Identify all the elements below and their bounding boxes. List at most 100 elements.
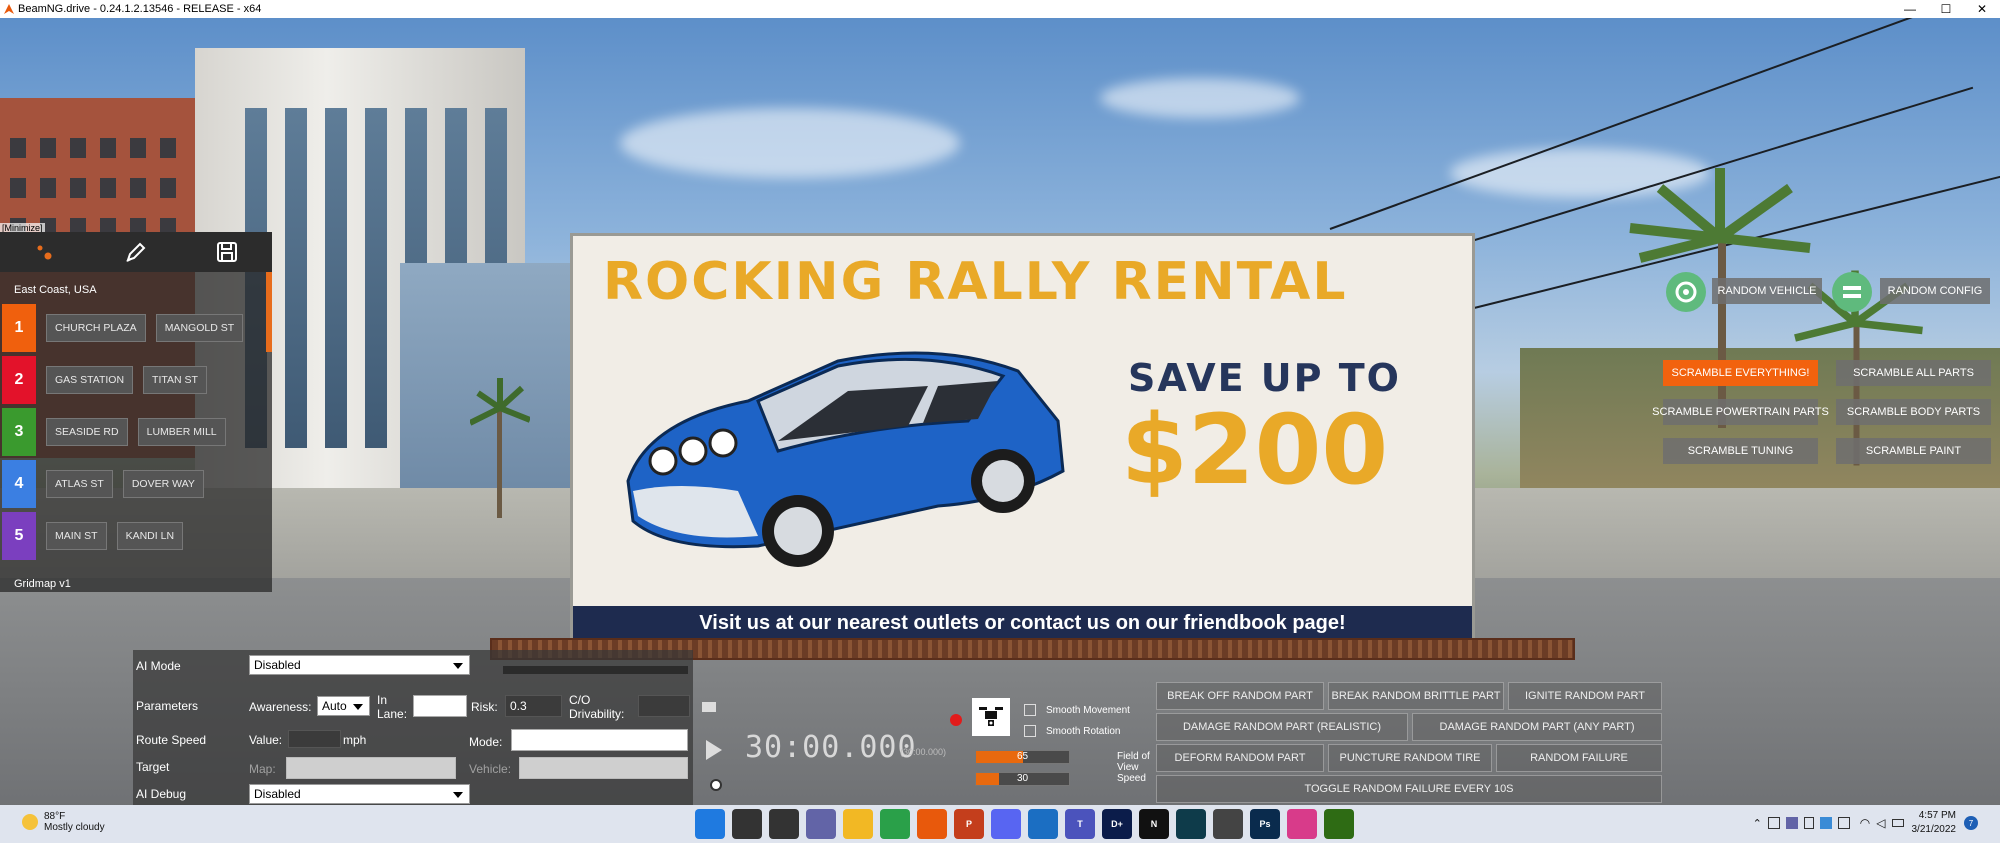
checkbox-box[interactable] (1024, 704, 1036, 716)
checkbox-box[interactable] (1024, 725, 1036, 737)
ignite-random-part-button[interactable]: IGNITE RANDOM PART (1508, 682, 1662, 710)
spawn-church-plaza-button[interactable]: CHURCH PLAZA (46, 314, 146, 342)
spawn-gas-station-button[interactable]: GAS STATION (46, 366, 134, 394)
break-off-random-part-button[interactable]: BREAK OFF RANDOM PART (1156, 682, 1324, 710)
file-explorer-icon[interactable] (843, 809, 873, 839)
security-shield-icon[interactable] (1819, 817, 1832, 829)
chrome-icon[interactable] (880, 809, 910, 839)
billboard-footer: Visit us at our nearest outlets or conta… (573, 606, 1472, 641)
spawn-dover-way-button[interactable]: DOVER WAY (122, 470, 204, 498)
minimize-window-button[interactable]: — (1892, 0, 1928, 18)
smooth-rotation-checkbox[interactable]: Smooth Rotation (1024, 725, 1121, 737)
clock[interactable]: 4:57 PM 3/21/2022 (1912, 809, 1957, 837)
spawn-mangold-st-button[interactable]: MANGOLD ST (155, 314, 244, 342)
random-vehicle-button[interactable]: RANDOM VEHICLE (1712, 278, 1822, 304)
app-icon-dark[interactable] (1176, 809, 1206, 839)
spawn-kandi-ln-button[interactable]: KANDI LN (116, 522, 184, 550)
tray-app-icon[interactable] (1767, 817, 1780, 829)
clock-date: 3/21/2022 (1911, 824, 1957, 835)
video-editor-icon[interactable] (1028, 809, 1058, 839)
headset-app-icon[interactable] (1287, 809, 1317, 839)
replay-timer: 30:00.000 (745, 730, 917, 765)
fov-slider[interactable]: 65 (975, 750, 1070, 764)
puncture-random-tire-button[interactable]: PUNCTURE RANDOM TIRE (1328, 744, 1492, 772)
cloud (1100, 78, 1300, 118)
beamng-icon[interactable] (917, 809, 947, 839)
damage-random-part-realistic-button[interactable]: DAMAGE RANDOM PART (REALISTIC) (1156, 713, 1408, 741)
replay-total-time: (30:00.000) (900, 747, 947, 757)
spawn-atlas-st-button[interactable]: ATLAS ST (46, 470, 113, 498)
teams-icon[interactable]: T (1065, 809, 1095, 839)
route-speed-label: Route Speed (136, 733, 207, 747)
speed-value-field[interactable] (288, 730, 341, 748)
discord-icon[interactable] (991, 809, 1021, 839)
break-random-brittle-part-button[interactable]: BREAK RANDOM BRITTLE PART (1328, 682, 1504, 710)
scrollbar-thumb[interactable] (266, 272, 272, 352)
ai-debug-select[interactable]: Disabled (249, 784, 470, 804)
map-field[interactable] (286, 757, 456, 779)
task-view-icon[interactable] (769, 809, 799, 839)
speed-value-label: Value: (249, 733, 283, 747)
search-icon[interactable] (732, 809, 762, 839)
in-lane-field[interactable] (413, 695, 467, 717)
photoshop-icon[interactable]: Ps (1250, 809, 1280, 839)
nvidia-icon[interactable] (1324, 809, 1354, 839)
awareness-select[interactable]: Auto (317, 696, 370, 716)
weather-widget[interactable]: 88°F Mostly cloudy (22, 811, 105, 833)
edit-pencil-icon[interactable] (121, 238, 151, 266)
deform-random-part-button[interactable]: DEFORM RANDOM PART (1156, 744, 1324, 772)
scramble-body-parts-button[interactable]: SCRAMBLE BODY PARTS (1836, 399, 1991, 425)
location-dots-icon[interactable] (30, 238, 60, 266)
netflix-icon[interactable]: N (1139, 809, 1169, 839)
battery-level-icon[interactable] (1891, 819, 1904, 827)
vehicle-label: Vehicle: (469, 762, 512, 776)
random-vehicle-icon[interactable] (1666, 272, 1706, 312)
record-icon[interactable] (950, 714, 962, 726)
play-icon[interactable] (706, 740, 722, 760)
smooth-movement-checkbox[interactable]: Smooth Movement (1024, 704, 1130, 716)
random-failure-button[interactable]: RANDOM FAILURE (1496, 744, 1662, 772)
close-window-button[interactable]: ✕ (1964, 0, 2000, 18)
ai-mode-select[interactable]: Disabled (249, 655, 470, 675)
disney-plus-icon[interactable]: D+ (1102, 809, 1132, 839)
battery-icon[interactable] (1837, 817, 1850, 829)
route-mode-field[interactable] (511, 729, 688, 751)
spawn-seaside-rd-button[interactable]: SEASIDE RD (46, 418, 128, 446)
chevron-up-icon[interactable]: ⌃ (1753, 817, 1762, 830)
toggle-random-failure-button[interactable]: TOGGLE RANDOM FAILURE EVERY 10S (1156, 775, 1662, 803)
camera-speed-slider[interactable]: 30 (975, 772, 1070, 786)
folder-icon[interactable] (702, 702, 716, 712)
damage-random-part-any-button[interactable]: DAMAGE RANDOM PART (ANY PART) (1412, 713, 1662, 741)
scramble-all-parts-button[interactable]: SCRAMBLE ALL PARTS (1836, 360, 1991, 386)
taskbar-apps: P T D+ N Ps (695, 809, 1361, 839)
ai-control-panel: AI Mode Disabled Parameters Awareness: A… (133, 650, 693, 805)
notification-badge[interactable]: 7 (1964, 816, 1978, 830)
windows-start-icon[interactable] (695, 809, 725, 839)
drone-camera-icon[interactable] (972, 698, 1010, 736)
windows-taskbar: 88°F Mostly cloudy P T D+ N Ps ⌃ ◠ ◁ 4:57 PM… (0, 805, 2000, 843)
drivability-field[interactable] (638, 695, 690, 717)
maximize-window-button[interactable]: ☐ (1928, 0, 1964, 18)
risk-field[interactable]: 0.3 (505, 695, 562, 717)
in-lane-label: In Lane: (377, 693, 408, 721)
random-config-button[interactable]: RANDOM CONFIG (1880, 278, 1990, 304)
speaker-icon[interactable]: ◁ (1876, 816, 1885, 830)
random-config-icon[interactable] (1832, 272, 1872, 312)
spawn-lumber-mill-button[interactable]: LUMBER MILL (137, 418, 226, 446)
spawn-titan-st-button[interactable]: TITAN ST (143, 366, 207, 394)
scramble-tuning-button[interactable]: SCRAMBLE TUNING (1663, 438, 1818, 464)
vehicle-field[interactable] (519, 757, 688, 779)
wifi-icon[interactable]: ◠ (1860, 816, 1870, 830)
usb-icon[interactable] (1803, 817, 1814, 829)
teams-tray-icon[interactable] (1785, 817, 1798, 829)
powerpoint-icon[interactable]: P (954, 809, 984, 839)
spawn-main-st-button[interactable]: MAIN ST (46, 522, 107, 550)
save-disk-icon[interactable] (212, 238, 242, 266)
replay-scrub-handle[interactable] (710, 779, 722, 791)
scramble-paint-button[interactable]: SCRAMBLE PAINT (1836, 438, 1991, 464)
drivability-label: C/O Drivability: (569, 693, 625, 721)
unity-icon[interactable] (1213, 809, 1243, 839)
scramble-everything-button[interactable]: SCRAMBLE EVERYTHING! (1663, 360, 1818, 386)
scramble-powertrain-button[interactable]: SCRAMBLE POWERTRAIN PARTS (1652, 399, 1829, 425)
teams-chat-icon[interactable] (806, 809, 836, 839)
